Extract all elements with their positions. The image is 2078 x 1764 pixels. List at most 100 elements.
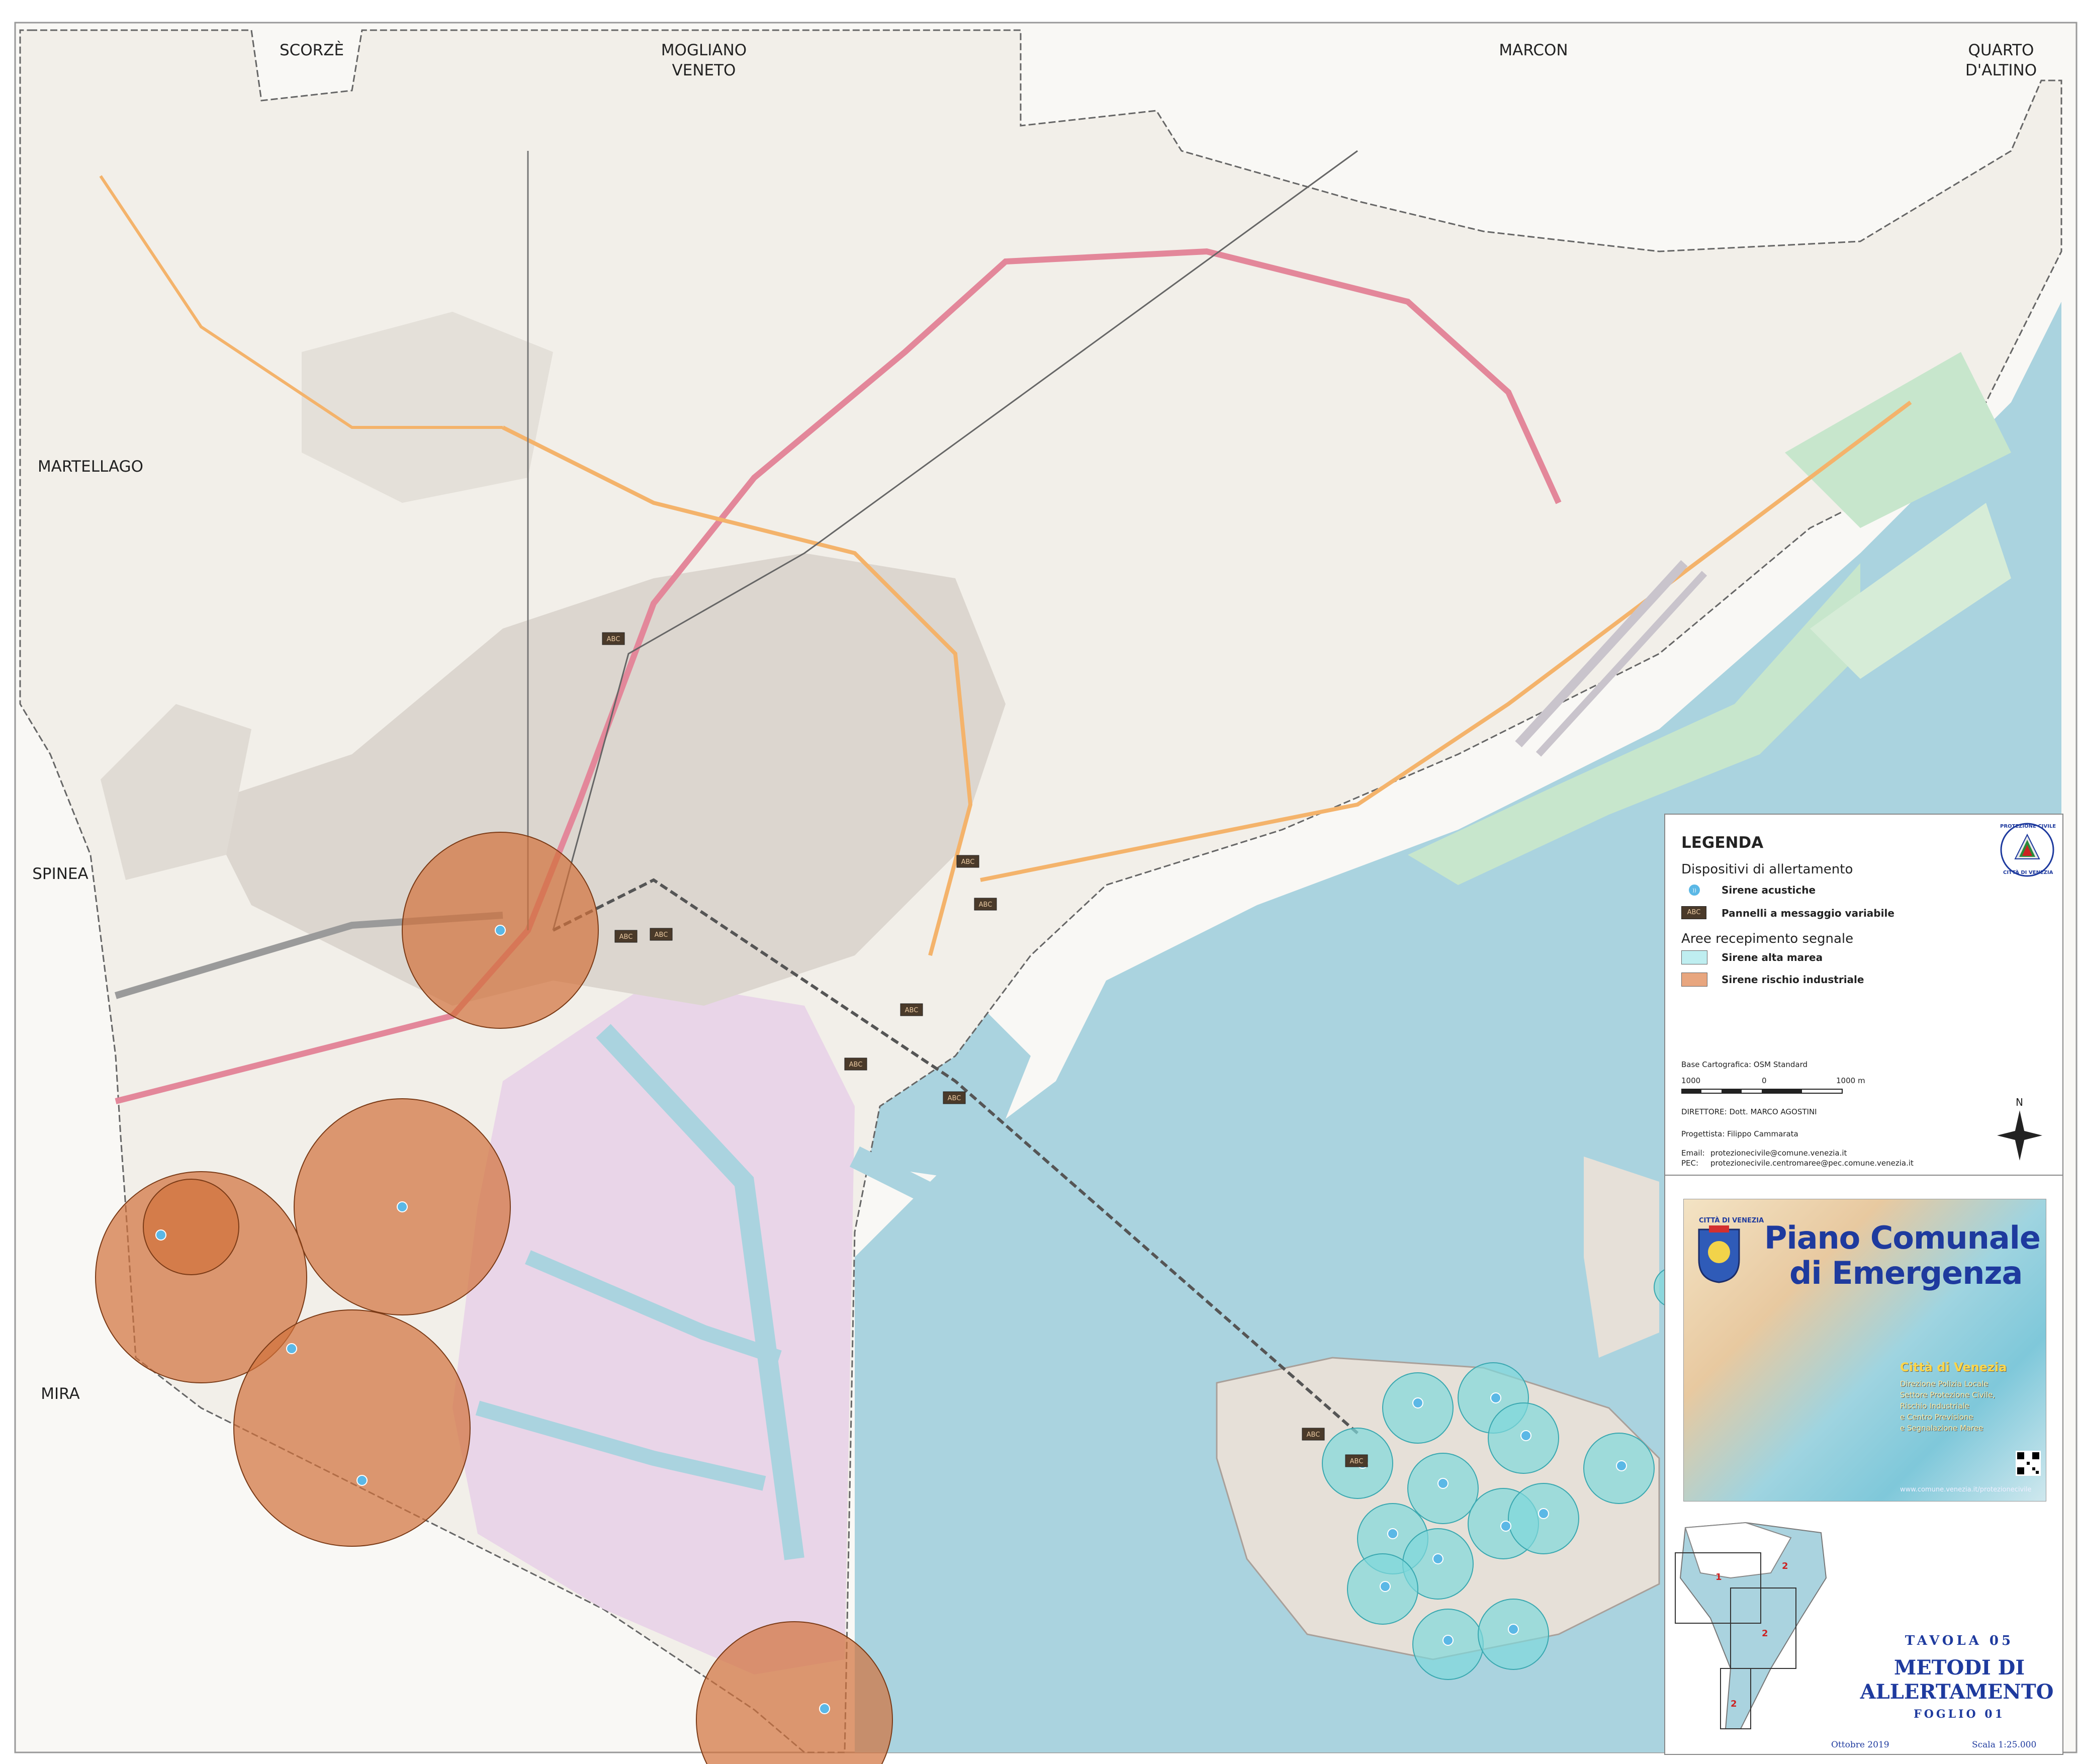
north-label: N <box>2016 1096 2023 1108</box>
industrial-risk-area <box>233 1309 471 1547</box>
sheet-title-1: METODI DI <box>1893 1656 2025 1680</box>
vms-panel: ABC <box>614 930 638 943</box>
label-mogliano: MOGLIANO VENETO <box>661 41 747 79</box>
vms-panel: ABC <box>1302 1428 1325 1441</box>
email-value[interactable]: protezionecivile@comune.venezia.it <box>1710 1149 1847 1158</box>
siren-icon <box>1490 1392 1501 1403</box>
inset-label-2a: 2 <box>1782 1561 1788 1571</box>
scale-bar <box>1681 1089 1843 1094</box>
pc-logo-bottom: CITTÀ DI VENEZIA <box>2003 870 2053 875</box>
vms-panel: ABC <box>974 898 997 911</box>
svg-text:ABC: ABC <box>655 931 668 939</box>
legend-tide-label: Sirene alta marea <box>1722 951 1823 963</box>
svg-text:ABC: ABC <box>619 933 633 941</box>
designer: Progettista: Filippo Cammarata <box>1681 1129 1798 1138</box>
svg-text:ABC: ABC <box>607 636 620 643</box>
industrial-swatch <box>1681 973 1707 987</box>
pec-value[interactable]: protezionecivile.centromaree@pec.comune.… <box>1710 1159 1914 1168</box>
siren-icon <box>1520 1430 1531 1441</box>
vms-panel: ABC <box>956 855 979 868</box>
cover-sub-5: e Segnalazione Maree <box>1900 1424 1983 1433</box>
vms-panel: ABC <box>943 1091 966 1104</box>
siren-icon <box>819 1703 830 1714</box>
svg-text:ABC: ABC <box>979 901 992 909</box>
siren-icon <box>1432 1553 1443 1564</box>
north-arrow-icon <box>1997 1110 2042 1161</box>
svg-text:ABC: ABC <box>1350 1458 1364 1465</box>
label-quarto: QUARTO D'ALTINO <box>1965 41 2037 79</box>
tavola-number: TAVOLA 05 <box>1905 1633 2014 1648</box>
svg-text:ABC: ABC <box>905 1007 919 1014</box>
siren-icon <box>1500 1521 1511 1532</box>
sheet-title-2: ALLERTAMENTO <box>1860 1680 2054 1704</box>
map-sheet: ABC ABC ABC ABC ABC ABC ABC ABC ABC ABC SCORZÈ MO… <box>0 0 2078 1764</box>
map-scale: Scala 1:25.000 <box>1972 1740 2037 1750</box>
scale-right: 1000 m <box>1836 1076 1865 1085</box>
label-scorze: SCORZÈ <box>279 41 344 59</box>
tide-swatch <box>1681 950 1707 964</box>
siren-icon <box>356 1475 368 1486</box>
siren-icon: )) <box>1688 884 1701 897</box>
siren-icon <box>1508 1624 1519 1635</box>
label-mira: MIRA <box>41 1385 80 1403</box>
legend-panel: LEGENDA Dispositivi di allertamento )) S… <box>1664 814 2063 1177</box>
inset-label-2c: 2 <box>1731 1699 1737 1709</box>
svg-text:ABC: ABC <box>1307 1431 1320 1439</box>
cover-url: www.comune.venezia.it/protezionecivile <box>1900 1486 2032 1493</box>
siren-icon <box>155 1229 166 1241</box>
vms-panel: ABC <box>1345 1454 1368 1467</box>
siren-icon <box>1538 1508 1549 1519</box>
cover-sub-2: Settore Protezione Civile, <box>1900 1390 1996 1399</box>
vms-panel: ABC <box>900 1003 923 1016</box>
legend-industrial-label: Sirene rischio industriale <box>1722 974 1864 986</box>
legend-sirens-label: Sirene acustiche <box>1722 884 1816 896</box>
vms-panel: ABC <box>602 632 625 645</box>
cover-sub-1: Direzione Polizia Locale <box>1900 1379 1989 1388</box>
inset-label-1: 1 <box>1715 1572 1722 1582</box>
siren-icon <box>286 1343 297 1354</box>
label-martellago: MARTELLAGO <box>37 458 144 476</box>
siren-icon <box>1437 1478 1449 1489</box>
label-spinea: SPINEA <box>32 865 88 883</box>
siren-icon <box>397 1201 408 1212</box>
director: DIRETTORE: Dott. MARCO AGOSTINI <box>1681 1107 1817 1116</box>
qr-code-icon <box>2016 1451 2041 1476</box>
legend-areas-header: Aree recepimento segnale <box>1681 931 1854 946</box>
inset-locator-map <box>1675 1522 1827 1729</box>
industrial-risk-area <box>143 1179 239 1275</box>
legend-devices-header: Dispositivi di allertamento <box>1681 862 1853 877</box>
siren-icon <box>1412 1397 1423 1408</box>
vms-panel: ABC <box>844 1057 867 1071</box>
svg-text:ABC: ABC <box>849 1061 863 1069</box>
scale-mid: 0 <box>1762 1076 1767 1085</box>
siren-icon <box>1387 1528 1398 1539</box>
foglio-number: FOGLIO 01 <box>1914 1708 2005 1721</box>
siren-icon <box>1380 1581 1391 1592</box>
title-block: CITTÀ DI VENEZIA Piano Comunale di Emerg… <box>1664 1175 2063 1755</box>
cover-city: Città di Venezia <box>1900 1360 2007 1374</box>
date: Ottobre 2019 <box>1831 1740 1889 1750</box>
pc-logo-top: PROTEZIONE CIVILE <box>2000 824 2056 829</box>
inset-label-2b: 2 <box>1762 1628 1768 1639</box>
base-map-credit: Base Cartografica: OSM Standard <box>1681 1060 1808 1069</box>
email-label: Email: <box>1681 1149 1705 1158</box>
vms-panel: ABC <box>650 928 673 941</box>
siren-icon <box>495 925 506 936</box>
cover-title-2: di Emergenza <box>1789 1255 2023 1291</box>
cover-image: CITTÀ DI VENEZIA Piano Comunale di Emerg… <box>1683 1199 2046 1502</box>
legend-title: LEGENDA <box>1681 834 1764 852</box>
venezia-coat-of-arms <box>1698 1225 1740 1283</box>
scale-left: 1000 <box>1681 1076 1701 1085</box>
cover-logo-text: CITTÀ DI VENEZIA <box>1699 1217 1764 1224</box>
pec-label: PEC: <box>1681 1159 1699 1168</box>
cover-sub-3: Rischio Industriale <box>1900 1401 1969 1410</box>
svg-text:ABC: ABC <box>948 1095 961 1102</box>
label-marcon: MARCON <box>1499 41 1568 59</box>
svg-text:ABC: ABC <box>961 858 975 866</box>
cover-sub-4: e Centro Previsione <box>1900 1413 1973 1422</box>
legend-panels-label: Pannelli a messaggio variabile <box>1722 907 1894 919</box>
siren-icon <box>1616 1460 1627 1471</box>
svg-text:)): )) <box>1692 888 1696 894</box>
abc-panel-icon: ABC <box>1681 906 1706 919</box>
cover-title-1: Piano Comunale <box>1764 1219 2041 1256</box>
